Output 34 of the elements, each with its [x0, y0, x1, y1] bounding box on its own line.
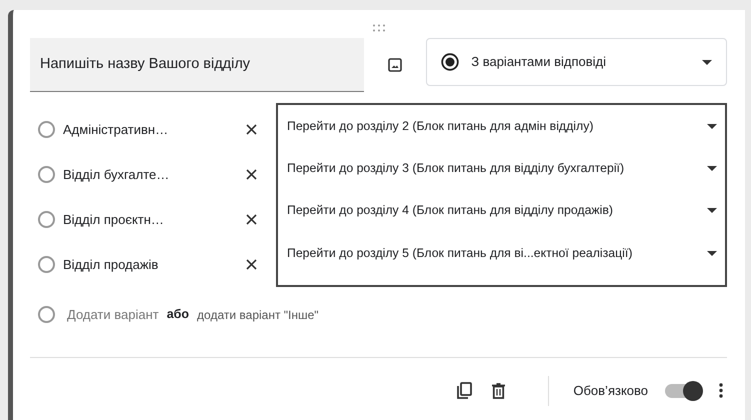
copy-icon[interactable] [457, 382, 472, 399]
option-label[interactable]: Відділ проєктн… [63, 210, 223, 230]
caret-icon [707, 124, 717, 128]
or-label: або [166, 306, 190, 324]
caret-icon [707, 166, 717, 170]
add-option-text[interactable]: Додати варіант [67, 305, 159, 324]
close-icon[interactable] [246, 169, 257, 180]
caret-icon [707, 208, 717, 212]
radio-selected-icon [441, 53, 460, 71]
required-label: Обов’язково [573, 382, 648, 400]
caret-icon [702, 60, 712, 64]
add-other-link[interactable]: додати варіант "Інше" [197, 306, 319, 324]
option-label[interactable]: Адміністративн… [63, 120, 223, 140]
radio-button[interactable] [38, 211, 55, 228]
radio-button[interactable] [38, 256, 55, 273]
section-dropdown[interactable]: Перейти до розділу 4 (Блок питань для відділу продажів) [278, 189, 725, 231]
drag-handle-icon[interactable] [372, 24, 386, 32]
section-dropdown[interactable]: Перейти до розділу 3 (Блок питань для відділу бухгалтерії) [278, 147, 725, 189]
option-label[interactable]: Відділ бухгалте… [63, 164, 223, 184]
section-dropdown[interactable]: Перейти до розділу 5 (Блок питань для ві...ектної реалізації) [278, 231, 725, 275]
more-options-icon[interactable] [719, 383, 723, 398]
option-label[interactable]: Відділ продажів [63, 254, 223, 274]
trash-icon[interactable] [492, 382, 506, 398]
close-icon[interactable] [246, 124, 257, 136]
close-icon[interactable] [246, 259, 257, 270]
caret-icon [707, 250, 717, 256]
question-title-field[interactable]: Напишіть назву Вашого відділу [30, 38, 364, 92]
image-icon[interactable] [388, 58, 402, 72]
required-toggle[interactable] [665, 384, 701, 398]
close-icon[interactable] [246, 214, 257, 226]
section-dropdown[interactable]: Перейти до розділу 2 (Блок питань для адмін відділу) [278, 105, 725, 147]
radio-button[interactable] [38, 166, 55, 183]
question-type-dropdown[interactable]: З варіантами відповіді [426, 38, 727, 86]
radio-button[interactable] [38, 121, 55, 138]
